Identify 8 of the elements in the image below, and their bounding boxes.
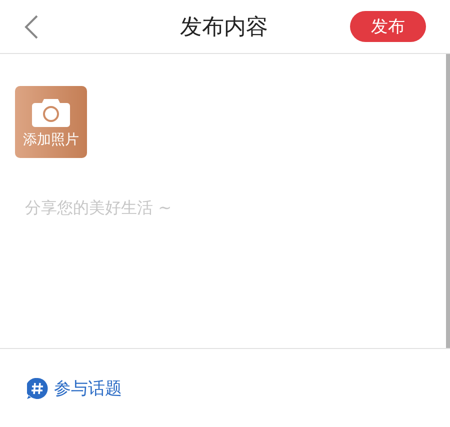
page-title: 发布内容 (180, 14, 268, 42)
back-icon[interactable] (22, 14, 40, 40)
scrollbar[interactable] (446, 54, 450, 348)
content-input[interactable]: 分享您的美好生活 ~ (25, 198, 446, 348)
publish-button[interactable]: 发布 (350, 11, 426, 42)
hash-icon (27, 378, 48, 398)
join-topic-link[interactable]: 参与话题 (27, 376, 122, 400)
add-photo-button[interactable]: 添加照片 (15, 86, 87, 158)
